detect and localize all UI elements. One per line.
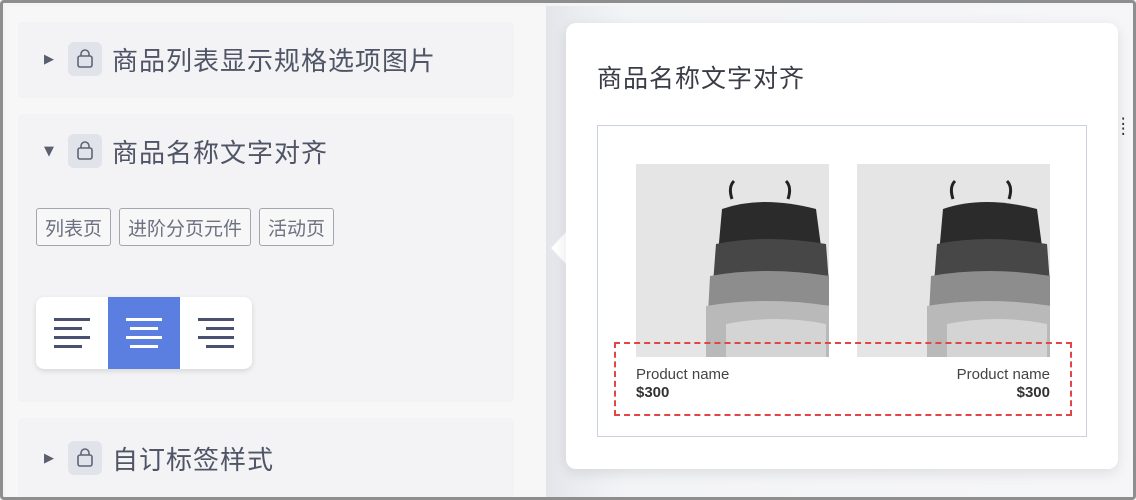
alignment-toggle-group: [36, 297, 252, 369]
section-custom-label-style: ▶ 自订标签样式: [18, 418, 514, 497]
shopping-bag-icon: [68, 42, 102, 76]
preview-frame: Product name $300 Product name $300: [597, 125, 1087, 437]
shopping-bag-icon: [68, 441, 102, 475]
section-title: 自订标签样式: [112, 445, 275, 476]
popover-title: 商品名称文字对齐: [597, 64, 806, 93]
caret-right-icon: ▶: [44, 450, 54, 466]
align-center-button[interactable]: [108, 297, 180, 369]
page-scope-tags: 列表页 进阶分页元件 活动页: [36, 208, 335, 246]
section-title: 商品名称文字对齐: [112, 138, 329, 169]
section-title: 商品列表显示规格选项图片: [112, 46, 437, 77]
section-name-alignment: ▼ 商品名称文字对齐 列表页 进阶分页元件 活动页: [18, 114, 514, 402]
align-left-button[interactable]: [36, 297, 108, 369]
tag-event-page[interactable]: 活动页: [259, 208, 335, 246]
align-right-button[interactable]: [180, 297, 252, 369]
caret-down-icon: ▼: [44, 143, 54, 159]
align-center-icon: [126, 318, 162, 348]
highlight-dashed-box: [614, 342, 1072, 416]
tag-advanced-pagination[interactable]: 进阶分页元件: [119, 208, 252, 246]
alignment-preview-popover: 商品名称文字对齐 Product name $300 Product name …: [566, 23, 1118, 469]
product-image: [636, 164, 829, 357]
product-image: [857, 164, 1050, 357]
section-list-spec-images: ▶ 商品列表显示规格选项图片: [18, 22, 514, 98]
section-header-list-spec-images[interactable]: ▶ 商品列表显示规格选项图片: [18, 22, 514, 96]
align-right-icon: [198, 318, 234, 348]
align-left-icon: [54, 318, 90, 348]
tag-list-page[interactable]: 列表页: [36, 208, 112, 246]
edge-dots: ::: [1119, 113, 1128, 139]
popover-arrow: [551, 231, 567, 265]
section-header-custom-label-style[interactable]: ▶ 自订标签样式: [18, 418, 514, 497]
caret-right-icon: ▶: [44, 51, 54, 67]
section-header-name-alignment[interactable]: ▼ 商品名称文字对齐: [18, 114, 514, 188]
settings-panel: ▶ 商品列表显示规格选项图片 ▼ 商品名称文字对齐 列表页 进阶分页元件 活动页: [6, 6, 546, 497]
shopping-bag-icon: [68, 134, 102, 168]
